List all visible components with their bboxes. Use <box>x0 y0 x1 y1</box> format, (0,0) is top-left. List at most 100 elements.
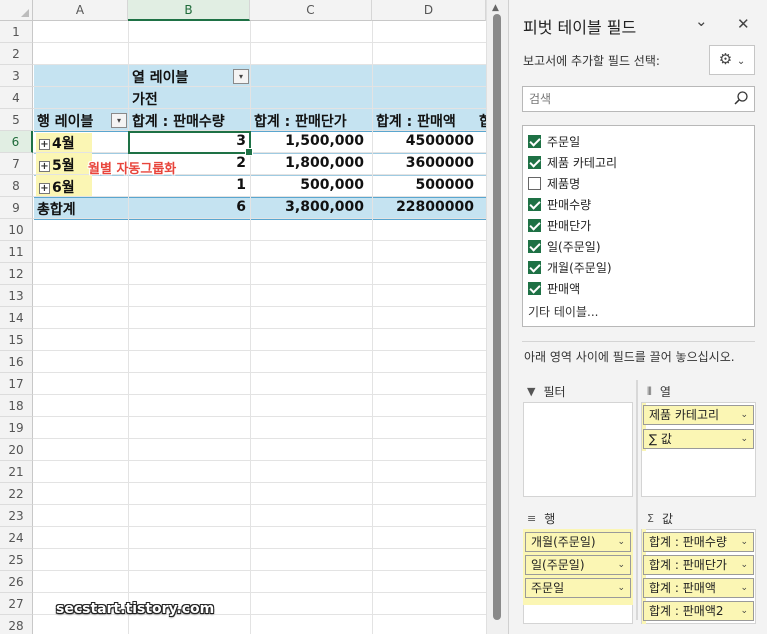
collapse-chevron-icon[interactable]: ⌄ <box>695 12 708 30</box>
pivot-value-cell[interactable]: 1,500,000 <box>252 133 364 149</box>
field-item[interactable]: 판매액 <box>528 278 580 298</box>
row-header[interactable]: 28 <box>0 615 33 634</box>
rows-item-month[interactable]: 개월(주문일) ⌄ <box>525 532 631 552</box>
values-item-sales2[interactable]: 합계 : 판매액2 ⌄ <box>643 601 754 621</box>
row-header[interactable]: 7 <box>0 153 33 175</box>
row-header[interactable]: 14 <box>0 307 33 329</box>
row-header[interactable]: 15 <box>0 329 33 351</box>
field-item[interactable]: 판매수량 <box>528 194 591 214</box>
pivot-value-cell[interactable]: 3600000 <box>374 155 474 171</box>
expand-icon[interactable]: + <box>39 161 50 172</box>
field-checkbox[interactable] <box>528 281 541 295</box>
tools-gear-button[interactable]: ⚙ ⌄ <box>709 45 755 75</box>
chevron-down-icon[interactable]: ⌄ <box>740 602 748 620</box>
grand-total-cell[interactable]: 22800000 <box>374 199 474 215</box>
values-item-sales[interactable]: 합계 : 판매액 ⌄ <box>643 578 754 598</box>
filter-drop-area[interactable] <box>523 402 633 497</box>
columns-item-category[interactable]: 제품 카테고리 ⌄ <box>643 405 754 425</box>
pivot-row-label[interactable]: +5월 <box>39 155 75 175</box>
field-search-input[interactable] <box>523 87 723 111</box>
pivot-value-cell[interactable]: 500000 <box>374 177 474 193</box>
column-filter-button[interactable]: ▾ <box>233 69 249 84</box>
row-header[interactable]: 13 <box>0 285 33 307</box>
chevron-down-icon[interactable]: ⌄ <box>617 533 625 551</box>
field-checkbox[interactable] <box>528 218 541 232</box>
field-checkbox[interactable] <box>528 176 541 190</box>
row-header[interactable]: 25 <box>0 549 33 571</box>
expand-icon[interactable]: + <box>39 183 50 194</box>
field-checkbox[interactable] <box>528 260 541 274</box>
vertical-scrollbar[interactable]: ▲ <box>486 0 508 634</box>
field-item[interactable]: 일(주문일) <box>528 236 601 256</box>
field-checkbox[interactable] <box>528 239 541 253</box>
row-header[interactable]: 3 <box>0 65 33 87</box>
chevron-down-icon[interactable]: ⌄ <box>740 533 748 551</box>
row-header[interactable]: 12 <box>0 263 33 285</box>
search-icon[interactable] <box>733 90 749 106</box>
pivot-row-label[interactable]: +6월 <box>39 177 75 197</box>
column-header-b[interactable]: B <box>128 0 250 21</box>
row-header[interactable]: 1 <box>0 21 33 43</box>
column-header-d[interactable]: D <box>372 0 486 21</box>
pivot-value-cell[interactable]: 1,800,000 <box>252 155 364 171</box>
row-header[interactable]: 24 <box>0 527 33 549</box>
spreadsheet-grid[interactable]: A B C D 1 2 3 4 5 6 7 8 9 10 11 12 13 14 15 16 17 18 19 20 2… <box>0 0 486 634</box>
row-filter-button[interactable]: ▾ <box>111 113 127 128</box>
field-item[interactable]: 주문일 <box>528 131 580 151</box>
scrollbar-thumb[interactable] <box>493 14 501 620</box>
row-header[interactable]: 19 <box>0 417 33 439</box>
pivot-row-label[interactable]: +4월 <box>39 133 75 153</box>
pivot-value-cell[interactable]: 4500000 <box>374 133 474 149</box>
row-header[interactable]: 22 <box>0 483 33 505</box>
field-item[interactable]: 개월(주문일) <box>528 257 612 277</box>
field-item[interactable]: 판매단가 <box>528 215 591 235</box>
scroll-up-icon[interactable]: ▲ <box>492 3 499 13</box>
row-header[interactable]: 20 <box>0 439 33 461</box>
values-item-quantity[interactable]: 합계 : 판매수량 ⌄ <box>643 532 754 552</box>
select-all-corner[interactable] <box>0 0 33 21</box>
more-tables-link[interactable]: 기타 테이블... <box>528 303 598 320</box>
row-header[interactable]: 26 <box>0 571 33 593</box>
active-cell-selection[interactable] <box>128 131 253 156</box>
chevron-down-icon[interactable]: ⌄ <box>617 579 625 597</box>
close-icon[interactable]: ✕ <box>737 15 750 33</box>
values-item-unit-price[interactable]: 합계 : 판매단가 ⌄ <box>643 555 754 575</box>
field-list[interactable]: 기타 테이블... 주문일 제품 카테고리 제품명 판매수량 판매단가 일(주문일) 개월(… <box>522 125 755 327</box>
column-header-c[interactable]: C <box>250 0 372 21</box>
field-checkbox[interactable] <box>528 197 541 211</box>
field-item[interactable]: 제품 카테고리 <box>528 152 617 172</box>
row-header[interactable]: 11 <box>0 241 33 263</box>
chevron-down-icon[interactable]: ⌄ <box>740 430 748 448</box>
row-header[interactable]: 21 <box>0 461 33 483</box>
rows-item-order-date[interactable]: 주문일 ⌄ <box>525 578 631 598</box>
chevron-down-icon[interactable]: ⌄ <box>740 406 748 424</box>
field-item[interactable]: 제품명 <box>528 173 580 193</box>
row-header[interactable]: 27 <box>0 593 33 615</box>
row-header[interactable]: 9 <box>0 197 33 219</box>
field-checkbox[interactable] <box>528 134 541 148</box>
row-header[interactable]: 2 <box>0 43 33 65</box>
row-header[interactable]: 5 <box>0 109 33 131</box>
row-header[interactable]: 6 <box>0 131 33 153</box>
row-header[interactable]: 16 <box>0 351 33 373</box>
rows-item-day[interactable]: 일(주문일) ⌄ <box>525 555 631 575</box>
chevron-down-icon[interactable]: ⌄ <box>617 556 625 574</box>
pivot-value-cell[interactable]: 500,000 <box>252 177 364 193</box>
field-checkbox[interactable] <box>528 155 541 169</box>
row-header[interactable]: 10 <box>0 219 33 241</box>
chevron-down-icon[interactable]: ⌄ <box>740 579 748 597</box>
expand-icon[interactable]: + <box>39 139 50 150</box>
grand-total-cell[interactable]: 6 <box>130 199 246 215</box>
row-header[interactable]: 18 <box>0 395 33 417</box>
columns-item-values[interactable]: ∑ 값 ⌄ <box>643 429 754 449</box>
row-header[interactable]: 8 <box>0 175 33 197</box>
chevron-down-icon[interactable]: ⌄ <box>740 556 748 574</box>
row-header[interactable]: 23 <box>0 505 33 527</box>
grand-total-label[interactable]: 총합계 <box>37 199 76 219</box>
row-header[interactable]: 17 <box>0 373 33 395</box>
column-header-a[interactable]: A <box>33 0 128 21</box>
pivot-value-cell[interactable]: 1 <box>130 177 246 193</box>
grand-total-cell[interactable]: 3,800,000 <box>252 199 364 215</box>
row-header[interactable]: 4 <box>0 87 33 109</box>
field-search-box[interactable] <box>522 86 755 112</box>
